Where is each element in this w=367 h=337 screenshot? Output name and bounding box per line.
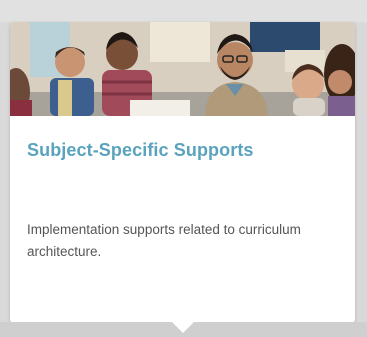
card-pointer-arrow xyxy=(172,322,194,333)
classroom-photo xyxy=(10,22,355,116)
card-image xyxy=(10,22,355,116)
card-description: Implementation supports related to curri… xyxy=(27,222,301,259)
resource-card[interactable]: Subject-Specific Supports Implementation… xyxy=(10,22,355,323)
top-strip xyxy=(0,0,367,22)
card-title[interactable]: Subject-Specific Supports xyxy=(27,140,254,161)
